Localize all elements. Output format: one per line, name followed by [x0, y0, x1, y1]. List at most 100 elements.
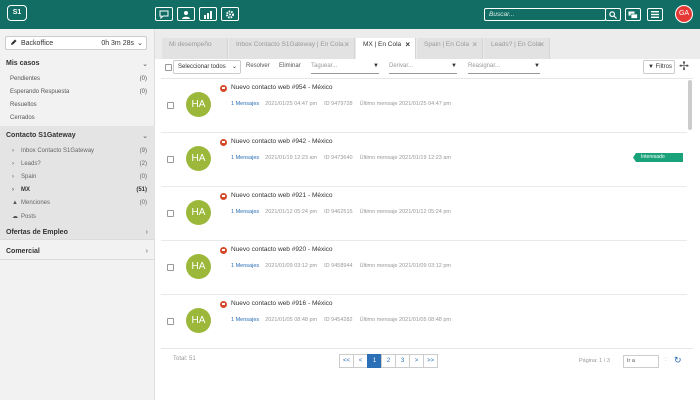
sidebar-item-esperando[interactable]: Esperando Respuesta (0)	[10, 89, 147, 95]
close-icon[interactable]: ×	[344, 38, 349, 52]
case-id: ID 9462515	[324, 209, 353, 215]
reasignar-dropdown[interactable]: Reasignar... ▼	[468, 60, 540, 74]
case-id: ID 9458944	[324, 263, 353, 269]
case-date: 2021/01/19 12:23 am	[265, 155, 318, 161]
chevron-right-icon: ›	[145, 248, 148, 255]
case-row[interactable]: HA Nuevo contacto web #916 - México 1 Me…	[161, 295, 687, 348]
sidebar-item-cerrados[interactable]: Cerrados	[10, 115, 147, 121]
tab-spain[interactable]: Spain | En Cola ×	[417, 38, 483, 59]
derivar-placeholder: Derivar...	[389, 63, 414, 69]
tab-mi-desempeno[interactable]: Mi desempeño	[162, 38, 228, 59]
search-icon[interactable]	[605, 8, 621, 21]
gear-icon[interactable]	[221, 7, 239, 21]
sidebar-item-mx[interactable]: › MX (51)	[12, 187, 147, 193]
sidebar-item-leads[interactable]: › Leads? (2)	[12, 161, 147, 167]
page-next-button[interactable]: >	[409, 354, 424, 368]
close-icon[interactable]: ×	[539, 38, 544, 52]
messages-link[interactable]: 1 Mensajes	[231, 209, 259, 215]
item-count: (2)	[139, 161, 147, 167]
item-label: Menciones	[21, 200, 51, 206]
tab-label: Inbox Contacto S1Gateway | En Cola	[236, 41, 344, 48]
tab-mx[interactable]: MX | En Cola ×	[356, 38, 416, 59]
section-ofertas[interactable]: Ofertas de Empleo ›	[0, 229, 155, 236]
messages-link[interactable]: 1 Mensajes	[231, 101, 259, 107]
section-comercial[interactable]: Comercial ›	[0, 248, 155, 255]
messages-link[interactable]: 1 Mensajes	[231, 155, 259, 161]
chevron-down-icon: ⌄	[137, 40, 143, 47]
sidebar-item-menciones[interactable]: ▲ Menciones (0)	[12, 200, 147, 206]
case-title[interactable]: Nuevo contacto web #921 - México	[231, 192, 333, 199]
sidebar-item-spain[interactable]: › Spain (0)	[12, 174, 147, 180]
web-channel-icon	[220, 247, 227, 254]
section-mis-casos[interactable]: Mis casos ⌄	[0, 60, 155, 68]
item-label: Spain	[21, 174, 37, 180]
case-row[interactable]: HA Nuevo contacto web #954 - México 1 Me…	[161, 79, 687, 133]
case-id: ID 9479728	[324, 101, 353, 107]
item-count: (9)	[139, 148, 147, 154]
goto-page-input[interactable]: Ir a	[623, 355, 659, 368]
case-title[interactable]: Nuevo contacto web #942 - México	[231, 138, 333, 145]
tab-label: MX | En Cola	[363, 41, 402, 48]
case-row[interactable]: HA Nuevo contacto web #920 - México 1 Me…	[161, 241, 687, 295]
close-icon[interactable]: ×	[405, 38, 410, 52]
avatar: HA	[186, 200, 211, 225]
section-title: Mis casos	[6, 60, 40, 67]
item-count: (0)	[139, 76, 147, 82]
case-title[interactable]: Nuevo contacto web #920 - México	[231, 246, 333, 253]
list-scrollbar[interactable]	[688, 80, 692, 130]
row-checkbox[interactable]	[167, 318, 174, 325]
tab-inbox-contacto[interactable]: Inbox Contacto S1Gateway | En Cola ×	[229, 38, 355, 59]
item-label: Cerrados	[10, 115, 35, 121]
section-contacto[interactable]: Contacto S1Gateway ⌄	[0, 132, 155, 140]
app-logo[interactable]: S1	[7, 5, 27, 21]
messages-link[interactable]: 1 Mensajes	[231, 263, 259, 269]
sidebar-item-pendientes[interactable]: Pendientes (0)	[10, 76, 147, 82]
taguear-dropdown[interactable]: Taguear... ▼	[311, 60, 379, 74]
page-2-button[interactable]: 2	[381, 354, 396, 368]
list-toolbar: Seleccionar todos ⌄ Resolver Eliminar Ta…	[161, 59, 693, 76]
move-icon[interactable]: ✢	[677, 60, 691, 74]
row-checkbox[interactable]	[167, 210, 174, 217]
item-count: (0)	[139, 200, 147, 206]
case-title[interactable]: Nuevo contacto web #916 - México	[231, 300, 333, 307]
case-row[interactable]: HA Nuevo contacto web #942 - México 1 Me…	[161, 133, 687, 187]
tag-badge[interactable]: Interesado	[633, 153, 683, 162]
user-avatar[interactable]: GA	[675, 5, 693, 23]
avatar: HA	[186, 254, 211, 279]
chart-icon[interactable]	[199, 7, 217, 21]
page-last-button[interactable]: >>	[423, 354, 438, 368]
case-title[interactable]: Nuevo contacto web #954 - México	[231, 84, 333, 91]
search-input[interactable]: Buscar...	[484, 8, 606, 21]
user-icon[interactable]	[177, 7, 195, 21]
queue-selector[interactable]: Backoffice 0h 3m 28s ⌄	[5, 36, 147, 50]
page-first-button[interactable]: <<	[339, 354, 354, 368]
item-count: (0)	[139, 174, 147, 180]
derivar-dropdown[interactable]: Derivar... ▼	[389, 60, 457, 74]
case-row[interactable]: HA Nuevo contacto web #921 - México 1 Me…	[161, 187, 687, 241]
select-all-dropdown[interactable]: Seleccionar todos ⌄	[173, 60, 241, 74]
row-checkbox[interactable]	[167, 156, 174, 163]
chat-icon[interactable]	[155, 7, 173, 21]
menu-icon[interactable]	[647, 8, 663, 21]
messages-link[interactable]: 1 Mensajes	[231, 317, 259, 323]
sidebar-item-inbox[interactable]: › Inbox Contacto S1Gateway (9)	[12, 148, 147, 154]
page-3-button[interactable]: 3	[395, 354, 410, 368]
resolver-button[interactable]: Resolver	[246, 63, 270, 69]
eliminar-button[interactable]: Eliminar	[279, 63, 301, 69]
tab-leads[interactable]: Leads? | En Cola ×	[484, 38, 550, 59]
messages-icon[interactable]	[625, 8, 641, 21]
row-checkbox[interactable]	[167, 102, 174, 109]
page-1-button[interactable]: 1	[367, 354, 382, 368]
page-prev-button[interactable]: <	[353, 354, 368, 368]
row-checkbox[interactable]	[167, 264, 174, 271]
close-icon[interactable]: ×	[472, 38, 477, 52]
last-message: Último mensaje 2021/01/05 08:48 pm	[359, 317, 452, 323]
section-title: Comercial	[6, 248, 40, 255]
refresh-icon[interactable]: ↻	[674, 355, 682, 366]
select-all-checkbox[interactable]	[165, 64, 172, 71]
filtros-button[interactable]: ▼ Filtros	[643, 60, 675, 74]
sidebar-item-resueltos[interactable]: Resueltos	[10, 102, 147, 108]
item-count: (51)	[136, 187, 147, 193]
sidebar-item-posts[interactable]: ☁ Posts	[12, 213, 147, 220]
chevron-right-icon: ›	[12, 174, 14, 180]
